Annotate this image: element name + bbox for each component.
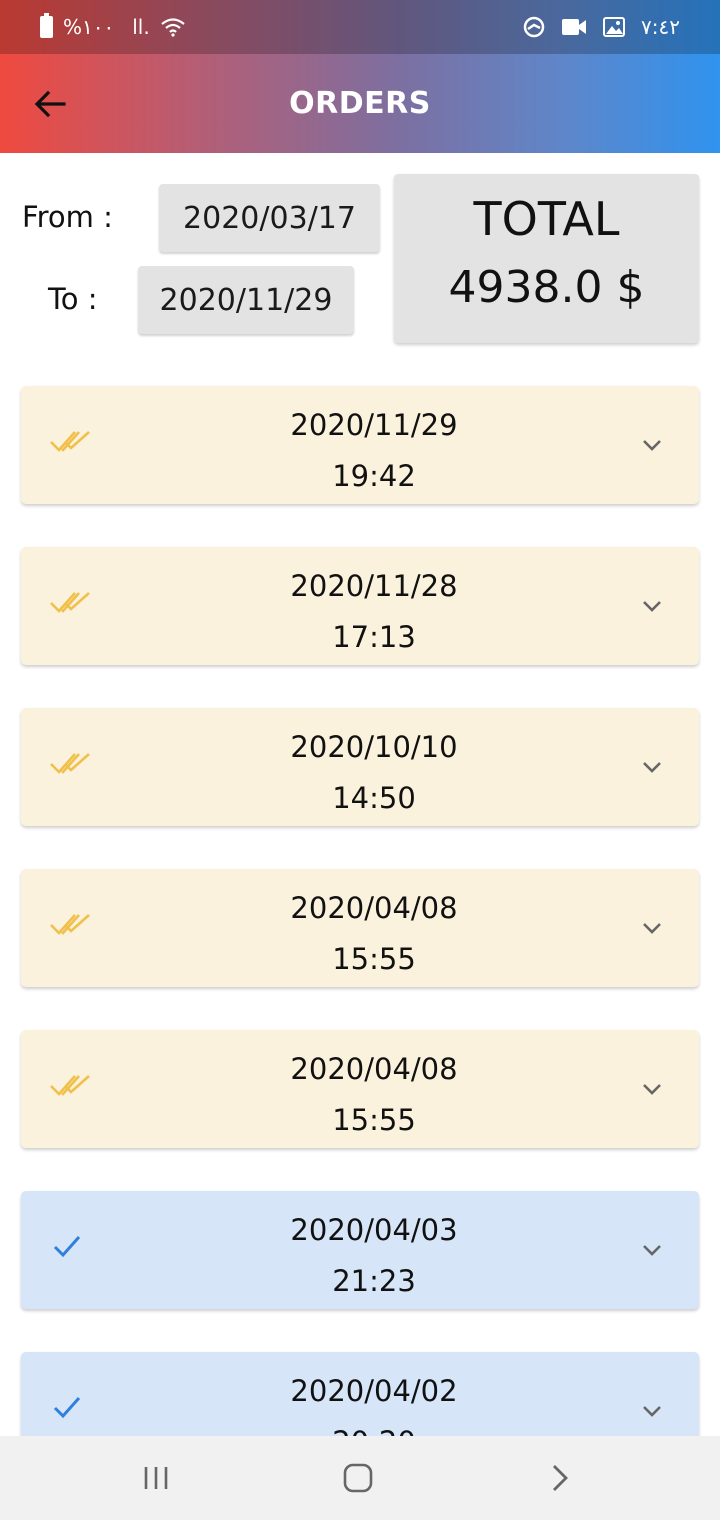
order-date: 2020/04/03 — [290, 1213, 458, 1247]
back-nav-icon — [553, 1465, 568, 1491]
app-bar: ORDERS — [0, 54, 720, 153]
clock: ٧:٤٢ — [641, 15, 680, 39]
app-header: %١٠٠ ll. ٧:٤٢ ORDERS — [0, 0, 720, 153]
total-label: TOTAL — [473, 192, 620, 246]
chevron-down-icon[interactable] — [641, 917, 663, 939]
order-date: 2020/04/08 — [290, 891, 458, 925]
order-card[interactable]: 2020/11/29 19:42 — [21, 386, 699, 504]
chevron-down-icon[interactable] — [641, 1078, 663, 1100]
chevron-down-icon[interactable] — [641, 1239, 663, 1261]
signal-icon: ll. — [132, 15, 150, 39]
order-time: 21:23 — [332, 1264, 416, 1298]
from-label: From : — [22, 200, 113, 234]
order-date: 2020/10/10 — [290, 730, 458, 764]
sync-icon — [521, 16, 547, 38]
chevron-down-icon[interactable] — [641, 1400, 663, 1422]
status-right: ٧:٤٢ — [521, 14, 680, 40]
order-card[interactable]: 2020/04/08 15:55 — [21, 1030, 699, 1148]
order-time: 14:50 — [332, 781, 416, 815]
video-icon — [561, 16, 587, 38]
battery-icon — [40, 13, 53, 38]
chevron-down-icon[interactable] — [641, 434, 663, 456]
chevron-down-icon[interactable] — [641, 595, 663, 617]
order-date: 2020/04/08 — [290, 1052, 458, 1086]
to-date-button[interactable]: 2020/11/29 — [138, 266, 354, 334]
order-card[interactable]: 2020/04/03 21:23 — [21, 1191, 699, 1309]
order-card[interactable]: 2020/04/08 15:55 — [21, 869, 699, 987]
back-nav-button[interactable] — [540, 1458, 580, 1498]
page-title: ORDERS — [289, 86, 431, 121]
home-button[interactable] — [338, 1458, 378, 1498]
battery-text: %١٠٠ — [63, 15, 115, 39]
status-left: %١٠٠ ll. — [40, 13, 186, 40]
home-icon — [343, 1463, 373, 1493]
recent-apps-icon — [144, 1467, 168, 1489]
total-box: TOTAL 4938.0 $ — [394, 174, 699, 343]
order-date: 2020/04/02 — [290, 1374, 458, 1408]
wifi-icon — [160, 16, 186, 38]
total-value: 4938.0 $ — [448, 262, 645, 313]
order-time: 19:42 — [332, 459, 416, 493]
status-bar: %١٠٠ ll. ٧:٤٢ — [0, 0, 720, 54]
order-date: 2020/11/29 — [290, 408, 458, 442]
navigation-bar — [0, 1436, 720, 1520]
order-time: 15:55 — [332, 1103, 416, 1137]
from-date-button[interactable]: 2020/03/17 — [159, 184, 380, 252]
order-date: 2020/11/28 — [290, 569, 458, 603]
order-time: 15:55 — [332, 942, 416, 976]
order-time: 17:13 — [332, 620, 416, 654]
to-label: To : — [48, 282, 98, 316]
recent-apps-button[interactable] — [136, 1458, 176, 1498]
chevron-down-icon[interactable] — [641, 756, 663, 778]
order-card[interactable]: 2020/10/10 14:50 — [21, 708, 699, 826]
order-card[interactable]: 2020/11/28 17:13 — [21, 547, 699, 665]
image-icon — [601, 16, 627, 38]
